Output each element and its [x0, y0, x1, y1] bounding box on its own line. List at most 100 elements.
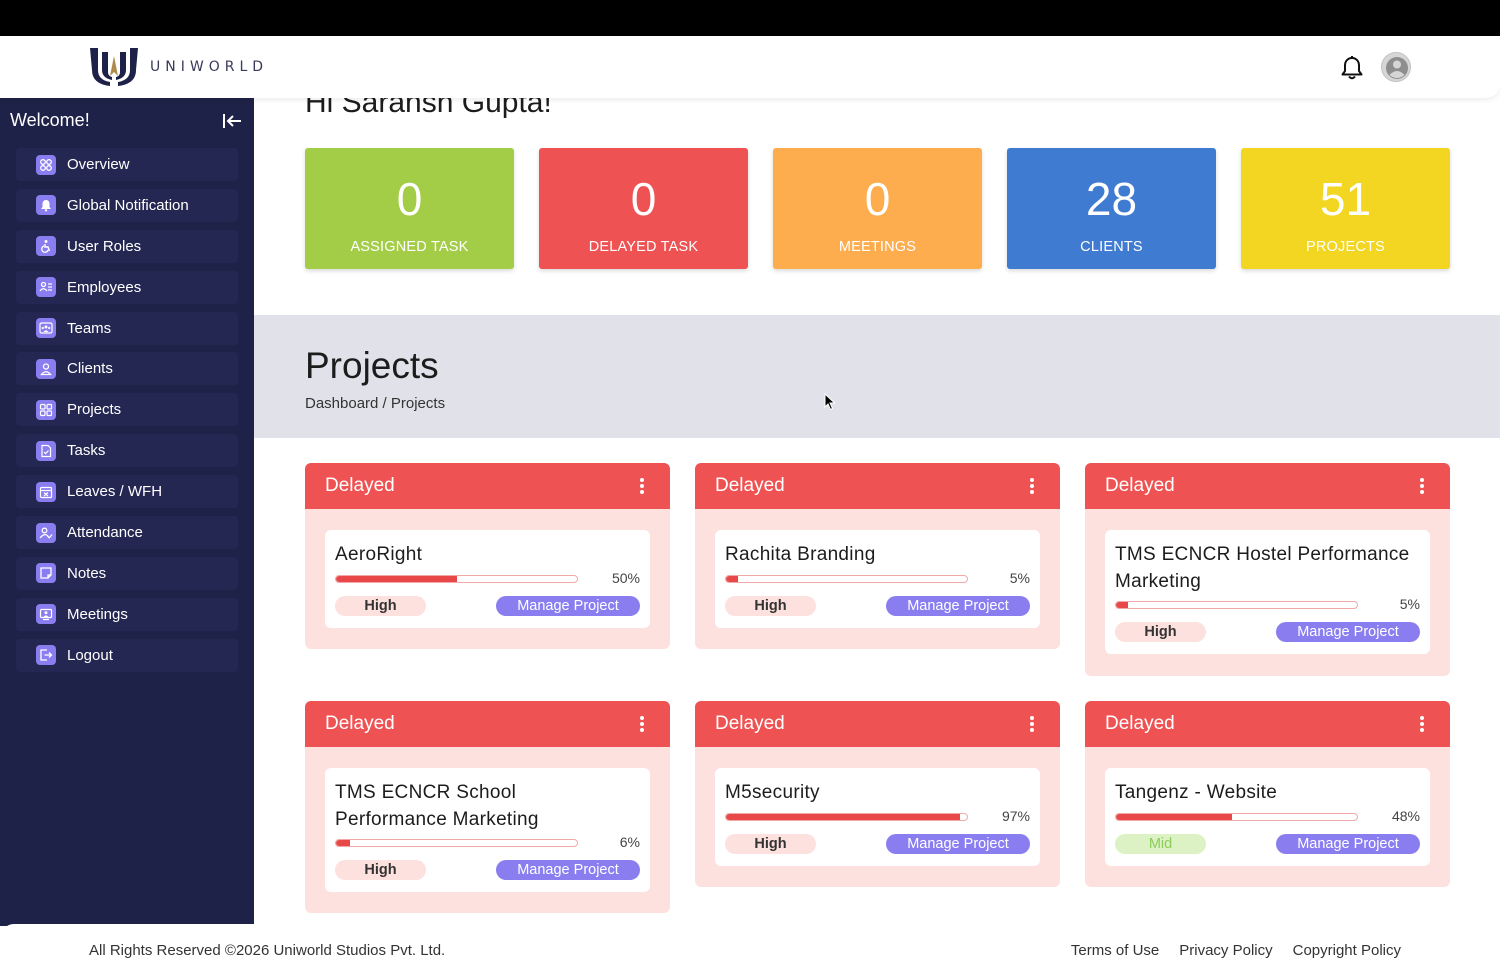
- project-status: Delayed: [1105, 713, 1175, 734]
- stat-card-clients[interactable]: 28 CLIENTS: [1007, 148, 1216, 269]
- project-name: TMS ECNCR Hostel Performance Marketing: [1115, 544, 1410, 592]
- manage-project-button[interactable]: Manage Project: [1276, 833, 1420, 854]
- project-badges: High Manage Project: [335, 858, 640, 882]
- projects-icon: [36, 399, 56, 420]
- sidebar-item-label: Logout: [67, 646, 113, 664]
- project-card-body: AeroRight 50% High Manage Project: [325, 530, 650, 628]
- priority-badge: High: [335, 595, 426, 616]
- app-header: UNIWORLD: [0, 36, 1500, 98]
- sidebar-item-logout[interactable]: Logout: [16, 638, 238, 672]
- project-card: Delayed Tangenz - Website 48% Mid Manage…: [1085, 701, 1450, 887]
- more-options-icon[interactable]: [1029, 715, 1035, 733]
- project-card-header: Delayed: [695, 701, 1060, 747]
- project-name: Rachita Branding: [725, 544, 876, 565]
- sidebar-item-clients[interactable]: Clients: [16, 352, 238, 386]
- sidebar-item-label: Employees: [67, 278, 142, 296]
- progress-percent: 97%: [1001, 807, 1030, 824]
- brand-logo[interactable]: UNIWORLD: [88, 46, 268, 88]
- project-status: Delayed: [715, 475, 785, 496]
- copyright-policy-link[interactable]: Copyright Policy: [1293, 942, 1401, 959]
- stat-card-assigned-task[interactable]: 0 ASSIGNED TASK: [305, 148, 514, 269]
- privacy-policy-link[interactable]: Privacy Policy: [1179, 942, 1272, 959]
- more-options-icon[interactable]: [639, 715, 645, 733]
- project-card-body: TMS ECNCR Hostel Performance Marketing 5…: [1105, 530, 1430, 654]
- priority-badge: High: [725, 595, 816, 616]
- project-badges: Mid Manage Project: [1115, 832, 1420, 856]
- meetings-icon: [36, 604, 56, 625]
- project-card-body: M5security 97% High Manage Project: [715, 768, 1040, 866]
- project-badges: High Manage Project: [725, 594, 1030, 618]
- bell-icon[interactable]: [1338, 54, 1366, 82]
- collapse-sidebar-icon[interactable]: [222, 112, 244, 130]
- stat-label: DELAYED TASK: [588, 239, 699, 255]
- manage-project-button[interactable]: Manage Project: [886, 595, 1030, 616]
- stat-value: 28: [1085, 173, 1138, 225]
- sidebar-item-projects[interactable]: Projects: [16, 393, 238, 427]
- priority-badge: High: [725, 833, 816, 854]
- progress-bar-fill: [336, 575, 457, 582]
- breadcrumb[interactable]: Dashboard / Projects: [305, 395, 445, 412]
- clients-icon: [36, 358, 56, 379]
- sidebar-item-label: Global Notification: [67, 196, 189, 214]
- page-title: Projects: [305, 345, 439, 386]
- project-card: Delayed AeroRight 50% High Manage Projec…: [305, 463, 670, 649]
- stat-value: 51: [1319, 173, 1372, 225]
- more-options-icon[interactable]: [639, 477, 645, 495]
- overview-icon: [36, 154, 56, 175]
- progress-percent: 48%: [1391, 807, 1420, 824]
- manage-project-button[interactable]: Manage Project: [496, 860, 640, 880]
- user-roles-icon: [36, 236, 56, 257]
- more-options-icon[interactable]: [1419, 477, 1425, 495]
- sidebar-item-employees[interactable]: Employees: [16, 270, 238, 304]
- sidebar-welcome: Welcome!: [10, 110, 90, 130]
- manage-project-button[interactable]: Manage Project: [1276, 622, 1420, 642]
- user-avatar-icon[interactable]: [1381, 52, 1411, 82]
- project-progress: 48%: [1115, 807, 1420, 829]
- notes-icon: [36, 563, 56, 584]
- stat-card-projects[interactable]: 51 PROJECTS: [1241, 148, 1450, 269]
- sidebar-item-attendance[interactable]: Attendance: [16, 516, 238, 550]
- more-options-icon[interactable]: [1419, 715, 1425, 733]
- project-card: Delayed Rachita Branding 5% High Manage …: [695, 463, 1060, 649]
- employees-icon: [36, 277, 56, 298]
- project-progress: 50%: [335, 569, 640, 591]
- sidebar-item-tasks[interactable]: Tasks: [16, 434, 238, 468]
- project-progress: 5%: [725, 569, 1030, 591]
- progress-bar-fill: [726, 575, 739, 582]
- sidebar-item-meetings[interactable]: Meetings: [16, 597, 238, 631]
- project-card-body: Rachita Branding 5% High Manage Project: [715, 530, 1040, 628]
- projects-header-section: Projects Dashboard / Projects: [254, 315, 1500, 438]
- notification-icon: [36, 195, 56, 216]
- project-card-header: Delayed: [305, 463, 670, 509]
- copyright-text: All Rights Reserved ©2026 Uniworld Studi…: [89, 942, 446, 959]
- progress-bar-fill: [1116, 813, 1232, 820]
- brand-name-suffix: WORLD: [189, 59, 269, 75]
- stat-value: 0: [864, 173, 891, 225]
- manage-project-button[interactable]: Manage Project: [496, 595, 640, 616]
- terms-of-use-link[interactable]: Terms of Use: [1071, 942, 1159, 959]
- project-name: AeroRight: [335, 544, 423, 565]
- sidebar-item-leaves-wfh[interactable]: Leaves / WFH: [16, 475, 238, 509]
- progress-bar: [1115, 812, 1358, 821]
- sidebar-item-user-roles[interactable]: User Roles: [16, 229, 238, 263]
- project-status: Delayed: [325, 475, 395, 496]
- manage-project-button[interactable]: Manage Project: [886, 833, 1030, 854]
- sidebar-item-notes[interactable]: Notes: [16, 556, 238, 590]
- more-options-icon[interactable]: [1029, 477, 1035, 495]
- sidebar-item-global-notification[interactable]: Global Notification: [16, 188, 238, 222]
- sidebar-item-overview[interactable]: Overview: [16, 148, 238, 181]
- stat-card-delayed-task[interactable]: 0 DELAYED TASK: [539, 148, 748, 269]
- progress-bar: [725, 812, 968, 821]
- progress-bar-fill: [336, 840, 351, 846]
- stat-label: MEETINGS: [838, 239, 917, 255]
- footer-links: Terms of Use Privacy Policy Copyright Po…: [1071, 942, 1401, 959]
- stat-card-meetings[interactable]: 0 MEETINGS: [773, 148, 982, 269]
- project-card-body: TMS ECNCR School Performance Marketing 6…: [325, 768, 650, 892]
- attendance-icon: [36, 522, 56, 543]
- stat-label: ASSIGNED TASK: [350, 239, 469, 255]
- sidebar-item-label: Overview: [67, 156, 130, 173]
- project-status: Delayed: [715, 713, 785, 734]
- project-progress: 5%: [1115, 595, 1420, 617]
- project-card-header: Delayed: [1085, 701, 1450, 747]
- sidebar-item-teams[interactable]: Teams: [16, 311, 238, 345]
